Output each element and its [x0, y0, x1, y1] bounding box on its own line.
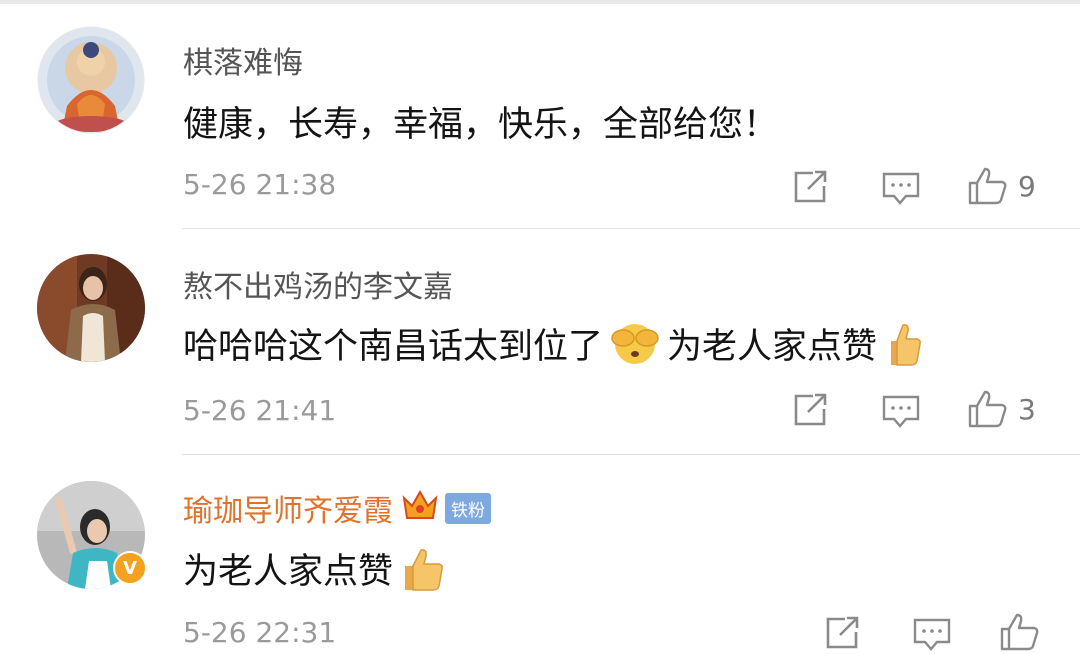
username[interactable]: 瑜珈导师齐爱霞 铁粉: [183, 486, 491, 534]
comment-button[interactable]: [882, 172, 920, 206]
comment-text-part: 为老人家点赞: [667, 327, 878, 367]
like-icon: [968, 167, 1007, 205]
username[interactable]: 熬不出鸡汤的李文嘉: [183, 262, 453, 306]
timestamp: 5-26 22:31: [183, 616, 337, 649]
like-count: 3: [1018, 392, 1036, 426]
verified-badge: V: [113, 551, 147, 585]
comment-button[interactable]: [913, 618, 951, 652]
repost-icon: [794, 393, 827, 426]
like-icon: [968, 390, 1007, 428]
like-count: 9: [1018, 169, 1036, 203]
comment-text-part: 为老人家点赞: [183, 552, 394, 592]
comment-text: 哈哈哈这个南昌话太到位了 为老人家点赞: [183, 318, 929, 376]
face-covering-eyes-emoji: [609, 322, 661, 375]
comment-icon: [882, 395, 920, 428]
thumbs-up-emoji: [883, 321, 923, 376]
crown-icon: [401, 488, 439, 530]
username-text: 瑜珈导师齐爱霞: [183, 494, 393, 529]
comment-button[interactable]: [882, 395, 920, 429]
like-button[interactable]: [1000, 613, 1050, 651]
repost-button[interactable]: [825, 616, 861, 650]
comment-icon: [913, 618, 951, 651]
like-button[interactable]: 9: [968, 167, 1036, 205]
like-icon: [1000, 613, 1039, 651]
like-button[interactable]: 3: [968, 390, 1036, 428]
buddha-avatar-image: [37, 26, 145, 134]
comment-text: 健康，长寿，幸福，快乐，全部给您！: [183, 105, 779, 145]
woman-avatar-image: [37, 254, 145, 362]
avatar[interactable]: V: [37, 481, 147, 589]
username[interactable]: 棋落难悔: [183, 38, 303, 82]
comment-item: V 瑜珈导师齐爱霞 铁粉 为老人家点赞 5-26 22:31: [0, 455, 1080, 654]
avatar[interactable]: [37, 254, 145, 362]
repost-button[interactable]: [793, 170, 829, 204]
timestamp: 5-26 21:41: [183, 394, 337, 427]
thumbs-up-emoji: [399, 546, 447, 601]
repost-icon: [794, 170, 827, 203]
comment-item: 熬不出鸡汤的李文嘉 哈哈哈这个南昌话太到位了 为老人家点赞 5-26 21:41 …: [0, 230, 1080, 455]
repost-button[interactable]: [793, 393, 829, 427]
timestamp: 5-26 21:38: [183, 168, 337, 201]
comment-icon: [882, 172, 920, 205]
comment-text: 为老人家点赞: [183, 543, 453, 601]
divider: [182, 228, 1080, 229]
repost-icon: [826, 616, 859, 649]
avatar[interactable]: [37, 26, 145, 134]
comment-item: 棋落难悔 健康，长寿，幸福，快乐，全部给您！ 5-26 21:38 9: [0, 4, 1080, 229]
comment-text-part: 哈哈哈这个南昌话太到位了: [183, 327, 604, 367]
fan-badge: 铁粉: [445, 493, 491, 524]
